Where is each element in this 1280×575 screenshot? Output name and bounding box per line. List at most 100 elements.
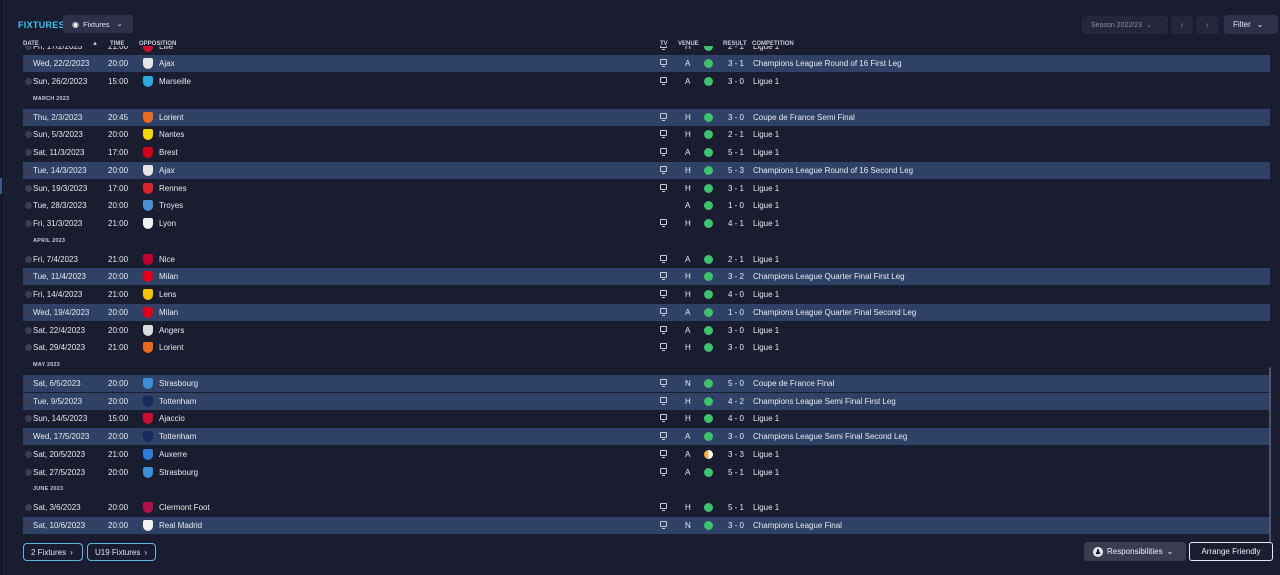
fixture-result[interactable]: 5 - 1 xyxy=(728,148,744,157)
fixture-result[interactable]: 4 - 2 xyxy=(728,397,744,406)
opposition-name[interactable]: Lorient xyxy=(159,113,183,122)
fixture-competition[interactable]: Champions League Round of 16 First Leg xyxy=(753,59,902,68)
fixture-competition[interactable]: Ligue 1 xyxy=(753,414,779,423)
fixture-result[interactable]: 5 - 1 xyxy=(728,503,744,512)
fixture-competition[interactable]: Champions League Round of 16 Second Leg xyxy=(753,166,913,175)
fixture-row[interactable]: Sun, 5/3/2023 20:00 Nantes H 2 - 1 Ligue 1 xyxy=(23,126,1270,143)
fixture-row[interactable]: Wed, 22/2/2023 20:00 Ajax A 3 - 1 Champions L… xyxy=(23,55,1270,73)
fixture-result[interactable]: 2 - 1 xyxy=(728,46,744,51)
opposition-name[interactable]: Ajax xyxy=(159,59,175,68)
fixture-result[interactable]: 3 - 0 xyxy=(728,432,744,441)
opposition-name[interactable]: Lyon xyxy=(159,219,176,228)
fixture-competition[interactable]: Ligue 1 xyxy=(753,343,779,352)
opposition-name[interactable]: Auxerre xyxy=(159,450,187,459)
fixture-competition[interactable]: Ligue 1 xyxy=(753,184,779,193)
opposition-name[interactable]: Nice xyxy=(159,255,175,264)
fixture-result[interactable]: 1 - 0 xyxy=(728,308,744,317)
fixture-result[interactable]: 1 - 0 xyxy=(728,201,744,210)
fixture-row[interactable]: Fri, 31/3/2023 21:00 Lyon H 4 - 1 Ligue 1 xyxy=(23,215,1270,232)
view-dropdown[interactable]: ◉ Fixtures ⌄ xyxy=(63,15,133,33)
fixture-competition[interactable]: Ligue 1 xyxy=(753,219,779,228)
fixture-row[interactable]: Sat, 22/4/2023 20:00 Angers A 3 - 0 Ligue 1 xyxy=(23,322,1270,339)
fixture-row[interactable]: Thu, 2/3/2023 20:45 Lorient H 3 - 0 Coupe de … xyxy=(23,108,1270,126)
opposition-name[interactable]: Milan xyxy=(159,308,178,317)
u19-fixtures-button[interactable]: U19 Fixtures › xyxy=(87,543,156,561)
fixture-result[interactable]: 3 - 3 xyxy=(728,450,744,459)
fixture-result[interactable]: 5 - 1 xyxy=(728,468,744,477)
fixture-result[interactable]: 3 - 1 xyxy=(728,184,744,193)
fixture-row[interactable]: Sun, 19/3/2023 17:00 Rennes H 3 - 1 Ligue 1 xyxy=(23,180,1270,197)
opposition-name[interactable]: Angers xyxy=(159,326,184,335)
fixture-competition[interactable]: Champions League Quarter Final Second Le… xyxy=(753,308,916,317)
opposition-name[interactable]: Ajaccio xyxy=(159,414,185,423)
fixtures-button[interactable]: 2 Fixtures › xyxy=(23,543,83,561)
fixture-result[interactable]: 3 - 0 xyxy=(728,326,744,335)
fixture-competition[interactable]: Champions League Semi Final Second Leg xyxy=(753,432,907,441)
fixture-row[interactable]: Sat, 20/5/2023 21:00 Auxerre A 3 - 3 Ligue 1 xyxy=(23,446,1270,463)
fixture-row[interactable]: Sat, 10/6/2023 20:00 Real Madrid N 3 - 0 Cham… xyxy=(23,516,1270,534)
filter-button[interactable]: Filter ⌄ xyxy=(1224,15,1278,34)
fixture-row[interactable]: Fri, 17/2/2023 21:00 Lille H 2 - 1 Ligue 1 xyxy=(23,46,1270,55)
opposition-name[interactable]: Tottenham xyxy=(159,397,196,406)
fixture-result[interactable]: 4 - 0 xyxy=(728,414,744,423)
fixture-row[interactable]: Sat, 27/5/2023 20:00 Strasbourg A 5 - 1 Ligue… xyxy=(23,464,1270,481)
fixture-row[interactable]: Sat, 11/3/2023 17:00 Brest A 5 - 1 Ligue 1 xyxy=(23,144,1270,161)
fixture-row[interactable]: Sun, 26/2/2023 15:00 Marseille A 3 - 0 Ligue … xyxy=(23,73,1270,90)
opposition-name[interactable]: Real Madrid xyxy=(159,521,202,530)
fixture-result[interactable]: 4 - 1 xyxy=(728,219,744,228)
fixture-competition[interactable]: Ligue 1 xyxy=(753,450,779,459)
opposition-name[interactable]: Lens xyxy=(159,290,176,299)
fixture-row[interactable]: Sat, 29/4/2023 21:00 Lorient H 3 - 0 Ligue 1 xyxy=(23,339,1270,356)
scrollbar[interactable] xyxy=(1269,367,1271,542)
fixture-result[interactable]: 4 - 0 xyxy=(728,290,744,299)
opposition-name[interactable]: Tottenham xyxy=(159,432,196,441)
fixture-row[interactable]: Sat, 6/5/2023 20:00 Strasbourg N 5 - 0 Coupe … xyxy=(23,374,1270,392)
fixture-result[interactable]: 3 - 0 xyxy=(728,343,744,352)
fixture-row[interactable]: Tue, 11/4/2023 20:00 Milan H 3 - 2 Champions … xyxy=(23,268,1270,286)
fixture-competition[interactable]: Ligue 1 xyxy=(753,201,779,210)
fixture-result[interactable]: 5 - 3 xyxy=(728,166,744,175)
fixture-competition[interactable]: Champions League Final xyxy=(753,521,842,530)
opposition-name[interactable]: Troyes xyxy=(159,201,183,210)
fixture-result[interactable]: 3 - 2 xyxy=(728,272,744,281)
fixture-competition[interactable]: Ligue 1 xyxy=(753,148,779,157)
opposition-name[interactable]: Nantes xyxy=(159,130,184,139)
fixture-competition[interactable]: Ligue 1 xyxy=(753,503,779,512)
fixture-competition[interactable]: Ligue 1 xyxy=(753,255,779,264)
fixture-competition[interactable]: Ligue 1 xyxy=(753,77,779,86)
responsibilities-button[interactable]: ♟ Responsibilities ⌄ xyxy=(1084,542,1186,561)
fixture-competition[interactable]: Ligue 1 xyxy=(753,130,779,139)
fixture-row[interactable]: Wed, 19/4/2023 20:00 Milan A 1 - 0 Champions … xyxy=(23,303,1270,321)
fixture-row[interactable]: Wed, 17/5/2023 20:00 Tottenham A 3 - 0 Champi… xyxy=(23,428,1270,445)
fixture-competition[interactable]: Coupe de France Final xyxy=(753,379,834,388)
fixture-competition[interactable]: Champions League Quarter Final First Leg xyxy=(753,272,905,281)
opposition-name[interactable]: Ajax xyxy=(159,166,175,175)
opposition-name[interactable]: Milan xyxy=(159,272,178,281)
fixture-competition[interactable]: Ligue 1 xyxy=(753,468,779,477)
previous-season-button[interactable]: ‹ xyxy=(1171,16,1193,34)
fixture-result[interactable]: 2 - 1 xyxy=(728,130,744,139)
fixture-result[interactable]: 3 - 0 xyxy=(728,113,744,122)
fixture-row[interactable]: Fri, 14/4/2023 21:00 Lens H 4 - 0 Ligue 1 xyxy=(23,286,1270,303)
arrange-friendly-button[interactable]: Arrange Friendly xyxy=(1189,542,1273,561)
fixture-row[interactable]: Sun, 14/5/2023 15:00 Ajaccio H 4 - 0 Ligue 1 xyxy=(23,410,1270,427)
fixture-competition[interactable]: Ligue 1 xyxy=(753,46,779,51)
fixture-row[interactable]: Tue, 14/3/2023 20:00 Ajax H 5 - 3 Champions L… xyxy=(23,161,1270,179)
fixture-competition[interactable]: Coupe de France Semi Final xyxy=(753,113,855,122)
season-dropdown[interactable]: Season 2022/23 ⌄ xyxy=(1082,16,1168,34)
fixture-row[interactable]: Tue, 9/5/2023 20:00 Tottenham H 4 - 2 Champio… xyxy=(23,392,1270,410)
fixture-result[interactable]: 3 - 0 xyxy=(728,77,744,86)
fixture-competition[interactable]: Champions League Semi Final First Leg xyxy=(753,397,896,406)
opposition-name[interactable]: Clermont Foot xyxy=(159,503,210,512)
fixture-row[interactable]: Fri, 7/4/2023 21:00 Nice A 2 - 1 Ligue 1 xyxy=(23,251,1270,268)
opposition-name[interactable]: Strasbourg xyxy=(159,468,198,477)
fixture-result[interactable]: 5 - 0 xyxy=(728,379,744,388)
opposition-name[interactable]: Strasbourg xyxy=(159,379,198,388)
opposition-name[interactable]: Lille xyxy=(159,46,173,51)
fixture-result[interactable]: 3 - 1 xyxy=(728,59,744,68)
opposition-name[interactable]: Lorient xyxy=(159,343,183,352)
fixture-row[interactable]: Tue, 28/3/2023 20:00 Troyes A 1 - 0 Ligue 1 xyxy=(23,197,1270,214)
fixture-competition[interactable]: Ligue 1 xyxy=(753,326,779,335)
opposition-name[interactable]: Marseille xyxy=(159,77,191,86)
opposition-name[interactable]: Rennes xyxy=(159,184,187,193)
